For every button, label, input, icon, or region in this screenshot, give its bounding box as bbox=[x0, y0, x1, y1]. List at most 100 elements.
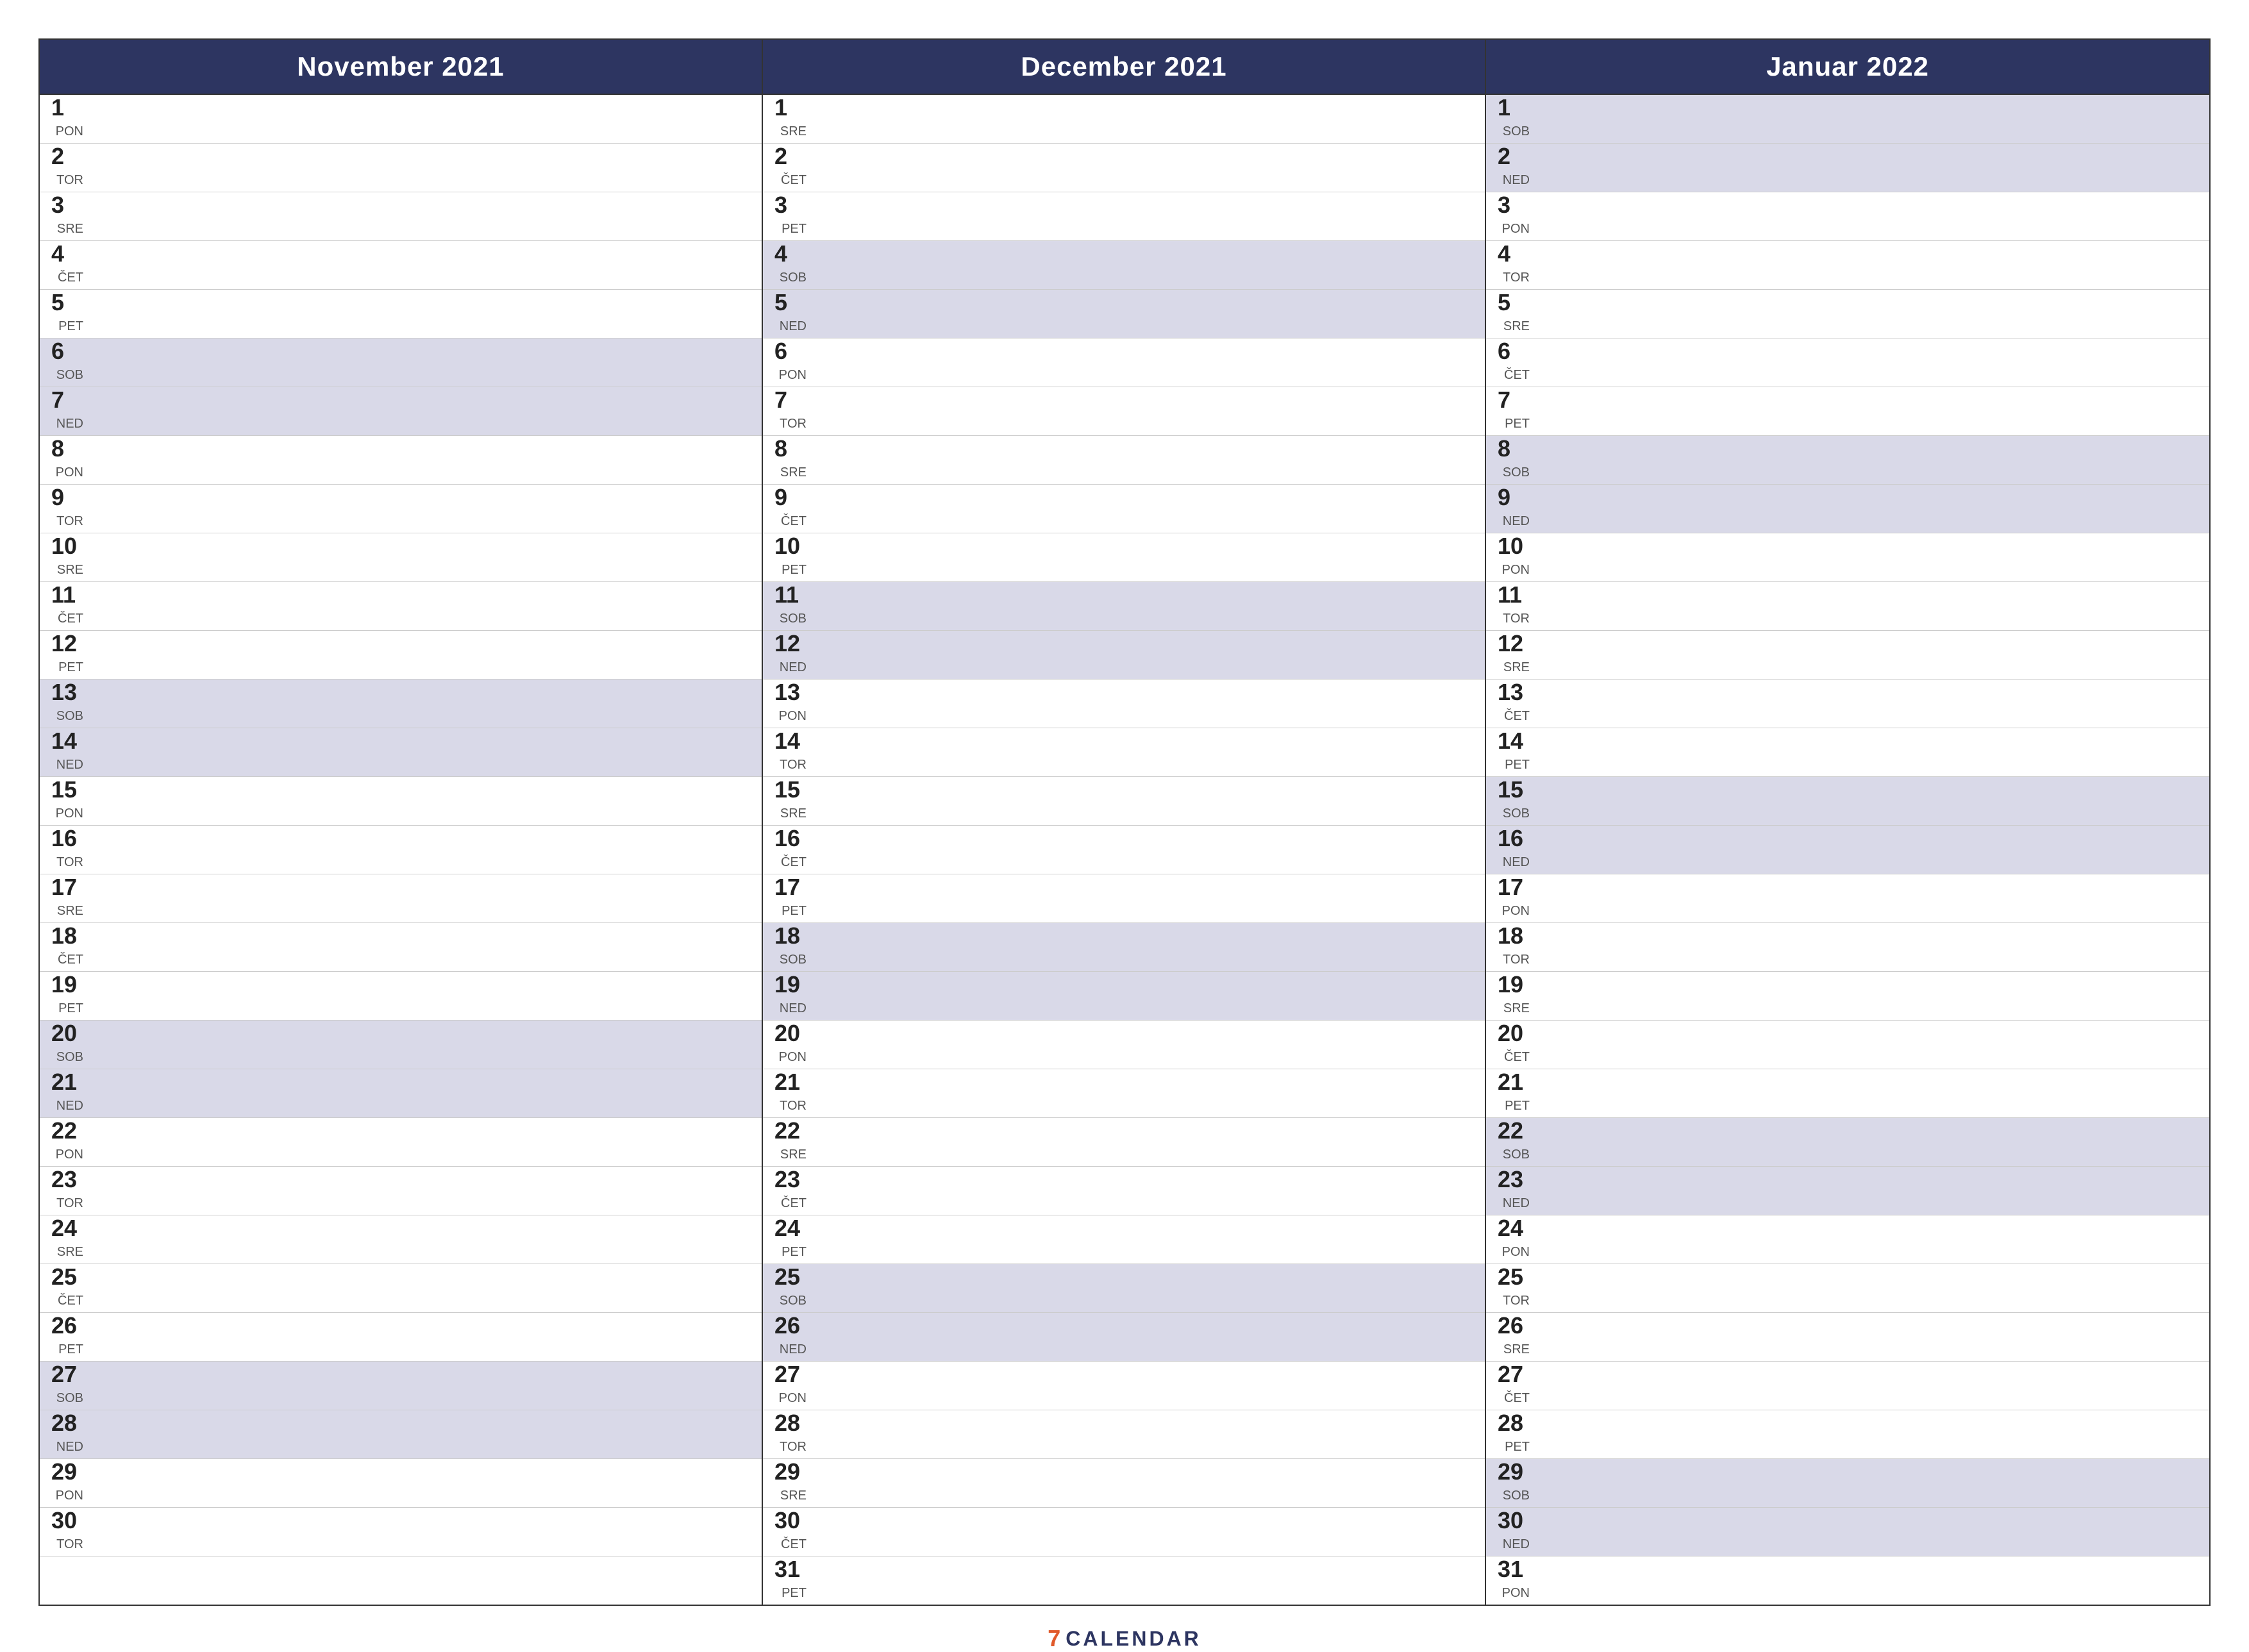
day-name: ČET bbox=[58, 953, 83, 970]
day-row: 25TOR bbox=[1486, 1264, 2209, 1313]
months-grid: November 20211PON2TOR3SRE4ČET5PET6SOB7NE… bbox=[38, 38, 2211, 1606]
day-row: 14NED bbox=[40, 728, 762, 777]
day-name: SRE bbox=[1503, 660, 1530, 678]
day-name: SRE bbox=[57, 563, 83, 580]
day-number: 20 bbox=[51, 1022, 83, 1045]
day-number: 4 bbox=[774, 242, 807, 265]
day-number: 29 bbox=[774, 1460, 807, 1483]
day-row: 18SOB bbox=[763, 923, 1485, 972]
day-row: 2NED bbox=[1486, 144, 2209, 192]
day-row: 20 SOB bbox=[40, 1021, 762, 1069]
day-row: 20ČET bbox=[1486, 1021, 2209, 1069]
day-row: 30TOR bbox=[40, 1508, 762, 1556]
day-number: 27 bbox=[1498, 1363, 1530, 1386]
day-name: TOR bbox=[780, 758, 807, 775]
day-row: 25SOB bbox=[763, 1264, 1485, 1313]
day-name: PON bbox=[56, 806, 83, 824]
day-number: 30 bbox=[1498, 1509, 1530, 1532]
days-list-1: 1SRE2ČET3PET4SOB5NED6PON7TOR8SRE9ČET10PE… bbox=[763, 95, 1485, 1605]
day-number: 1 bbox=[774, 96, 807, 119]
day-name: ČET bbox=[781, 1537, 807, 1555]
day-number: 24 bbox=[51, 1217, 83, 1240]
day-name: NED bbox=[780, 660, 807, 678]
day-row: 13SOB bbox=[40, 680, 762, 728]
day-number: 12 bbox=[774, 632, 807, 655]
days-list-0: 1PON2TOR3SRE4ČET5PET6SOB7NED8PON9TOR10SR… bbox=[40, 95, 762, 1605]
day-row: 15PON bbox=[40, 777, 762, 826]
day-number: 7 bbox=[51, 388, 83, 412]
day-name: SOB bbox=[56, 1050, 83, 1067]
day-name: ČET bbox=[58, 271, 83, 288]
day-number: 10 bbox=[1498, 535, 1530, 558]
day-name: PON bbox=[1502, 904, 1530, 921]
day-name: TOR bbox=[1503, 271, 1530, 288]
day-row: 26 NED bbox=[763, 1313, 1485, 1362]
day-name: NED bbox=[56, 1440, 83, 1457]
day-row: 16TOR bbox=[40, 826, 762, 874]
day-number: 27 bbox=[51, 1363, 83, 1386]
day-name: PON bbox=[1502, 1586, 1530, 1603]
day-number: 17 bbox=[1498, 876, 1530, 899]
logo-icon: 7 bbox=[1048, 1625, 1060, 1652]
day-name: PON bbox=[779, 368, 807, 385]
day-number: 7 bbox=[774, 388, 807, 412]
day-name: TOR bbox=[56, 514, 83, 531]
day-row: 19SRE bbox=[1486, 972, 2209, 1021]
day-number: 13 bbox=[51, 681, 83, 704]
day-name: SRE bbox=[780, 1489, 807, 1506]
day-number: 12 bbox=[51, 632, 83, 655]
day-row: 6SOB bbox=[40, 338, 762, 387]
day-number: 26 bbox=[1498, 1314, 1530, 1337]
day-row: 1PON bbox=[40, 95, 762, 144]
day-number: 12 bbox=[1498, 632, 1530, 655]
day-name: PON bbox=[1502, 1245, 1530, 1262]
day-number: 9 bbox=[1498, 486, 1530, 509]
day-row: 18TOR bbox=[1486, 923, 2209, 972]
day-name: SOB bbox=[1503, 1147, 1530, 1165]
day-number: 22 bbox=[1498, 1119, 1530, 1142]
day-row: 29 SRE bbox=[763, 1459, 1485, 1508]
month-col-2: Januar 20221SOB2NED3PON4TOR5SRE6ČET7PET8… bbox=[1486, 40, 2209, 1605]
day-number: 22 bbox=[774, 1119, 807, 1142]
day-number: 10 bbox=[774, 535, 807, 558]
day-row: 22 SOB bbox=[1486, 1118, 2209, 1167]
month-header-2: Januar 2022 bbox=[1486, 40, 2209, 95]
day-number: 5 bbox=[1498, 291, 1530, 314]
day-name: TOR bbox=[56, 173, 83, 190]
day-name: PON bbox=[56, 465, 83, 483]
day-number: 8 bbox=[1498, 437, 1530, 460]
day-name: NED bbox=[56, 758, 83, 775]
day-name: PON bbox=[56, 1489, 83, 1506]
day-row: 23ČET bbox=[763, 1167, 1485, 1215]
day-number: 21 bbox=[1498, 1071, 1530, 1094]
day-number: 25 bbox=[1498, 1265, 1530, 1289]
day-row: 4SOB bbox=[763, 241, 1485, 290]
day-name: TOR bbox=[780, 1440, 807, 1457]
day-number: 26 bbox=[774, 1314, 807, 1337]
day-row: 5NED bbox=[763, 290, 1485, 338]
day-number: 16 bbox=[1498, 827, 1530, 850]
day-number: 6 bbox=[774, 340, 807, 363]
day-row: 27PON bbox=[763, 1362, 1485, 1410]
day-name: PET bbox=[782, 904, 807, 921]
day-row: 24PET bbox=[763, 1215, 1485, 1264]
day-name: NED bbox=[1503, 173, 1530, 190]
day-number: 19 bbox=[1498, 973, 1530, 996]
day-name: ČET bbox=[1504, 368, 1530, 385]
day-name: NED bbox=[780, 1342, 807, 1360]
day-name: TOR bbox=[1503, 953, 1530, 970]
day-row: 8SRE bbox=[763, 436, 1485, 485]
day-row: 7PET bbox=[1486, 387, 2209, 436]
day-row: 12 SRE bbox=[1486, 631, 2209, 680]
day-number: 23 bbox=[51, 1168, 83, 1191]
day-number: 23 bbox=[774, 1168, 807, 1191]
day-row: 10PON bbox=[1486, 533, 2209, 582]
day-row: 4TOR bbox=[1486, 241, 2209, 290]
footer: 7 CALENDAR bbox=[38, 1612, 2211, 1652]
day-name: SOB bbox=[1503, 806, 1530, 824]
day-row: 13PON bbox=[763, 680, 1485, 728]
day-name: SRE bbox=[57, 222, 83, 239]
day-row: 9ČET bbox=[763, 485, 1485, 533]
day-name: SOB bbox=[780, 612, 807, 629]
day-number: 3 bbox=[1498, 194, 1530, 217]
